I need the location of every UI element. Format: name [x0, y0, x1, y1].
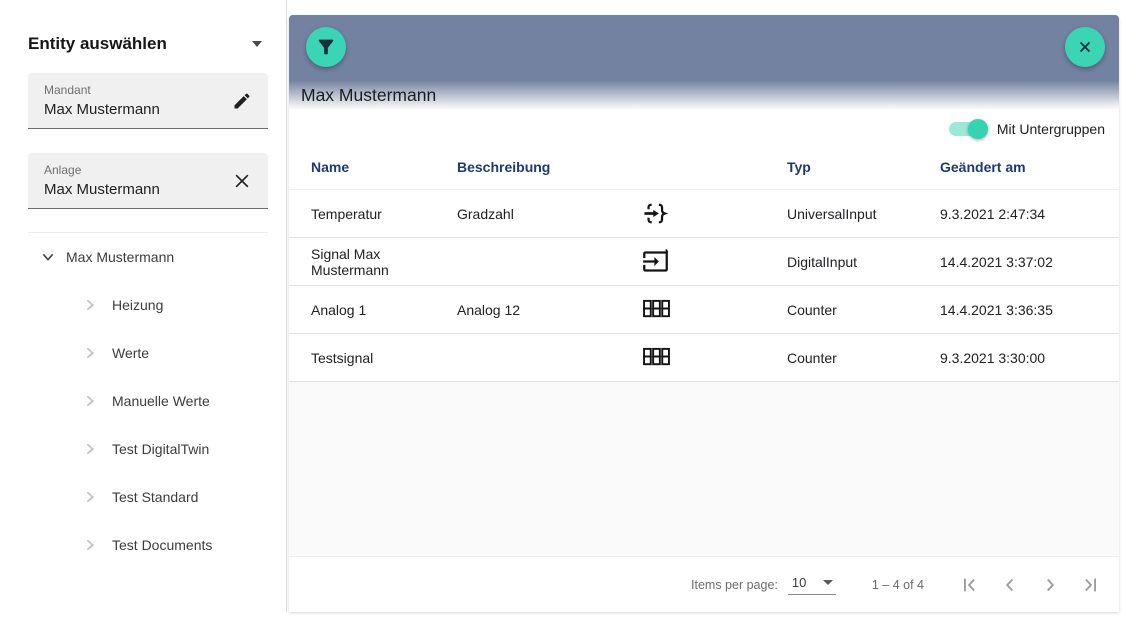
items-per-page-value: 10: [791, 574, 807, 590]
signal-list-card: Max Mustermann Mit Untergruppen Name Bes…: [289, 15, 1119, 612]
chevron-right-icon: [82, 537, 98, 553]
cell-name: Analog 1: [311, 301, 367, 318]
table-row[interactable]: Temperatur Gradzahl UniversalInput 9.3.2…: [289, 190, 1119, 238]
entity-tree: Max Mustermann Heizung Werte Manuelle We…: [0, 233, 286, 569]
paginator-nav: [950, 565, 1110, 605]
dropdown-caret-icon: [822, 579, 833, 585]
page-title: Max Mustermann: [301, 85, 437, 105]
items-per-page-select[interactable]: 10: [787, 574, 836, 595]
app-window: Entity auswählen Mandant Max Mustermann …: [0, 0, 1127, 620]
table-header-row: Name Beschreibung Typ Geändert am: [289, 145, 1119, 190]
clear-button[interactable]: [226, 165, 258, 197]
mandant-field-text: Mandant Max Mustermann: [44, 83, 226, 117]
cell-typ: UniversalInput: [787, 205, 877, 222]
tree-item-manuelle-werte[interactable]: Manuelle Werte: [0, 377, 286, 425]
untergruppen-toggle[interactable]: [948, 118, 988, 139]
tree-item-root[interactable]: Max Mustermann: [0, 233, 286, 281]
first-page-button[interactable]: [950, 565, 990, 605]
anlage-field-text: Anlage Max Mustermann: [44, 163, 226, 197]
counter-icon: [642, 292, 787, 327]
table-row[interactable]: Analog 1 Analog 12 Counter 14.4.2021 3:3…: [289, 286, 1119, 334]
filter-button[interactable]: [306, 27, 346, 67]
tree-item-werte[interactable]: Werte: [0, 329, 286, 377]
chevron-right-icon: [82, 345, 98, 361]
tree-item-test-standard[interactable]: Test Standard: [0, 473, 286, 521]
function-input-icon: [642, 194, 787, 233]
close-button[interactable]: [1065, 27, 1105, 67]
column-header-typ[interactable]: Typ: [787, 159, 940, 175]
toggle-knob: [967, 118, 988, 139]
cell-beschreibung: Gradzahl: [457, 205, 514, 222]
entity-sidebar: Entity auswählen Mandant Max Mustermann …: [0, 0, 287, 612]
mandant-field-label: Mandant: [44, 83, 91, 98]
chevron-right-icon: [82, 441, 98, 457]
page-range-label: 1 – 4 of 4: [871, 577, 924, 592]
caret-down-icon[interactable]: [252, 41, 262, 47]
column-header-geaendert-am[interactable]: Geändert am: [940, 159, 1099, 175]
cell-geaendert-am: 9.3.2021 3:30:00: [940, 349, 1046, 366]
cell-geaendert-am: 14.4.2021 3:37:02: [940, 253, 1053, 270]
tree-item-label: Max Mustermann: [66, 249, 175, 265]
anlage-field-label: Anlage: [44, 163, 82, 178]
tree-item-test-digitaltwin[interactable]: Test DigitalTwin: [0, 425, 286, 473]
first-page-icon: [959, 574, 981, 596]
anlage-field[interactable]: Anlage Max Mustermann: [28, 153, 268, 209]
cell-typ: Counter: [787, 349, 837, 366]
tree-item-label: Heizung: [112, 297, 164, 313]
column-header-name[interactable]: Name: [311, 159, 457, 175]
next-page-button[interactable]: [1030, 565, 1070, 605]
edit-button[interactable]: [226, 85, 258, 117]
previous-page-icon: [999, 574, 1021, 596]
paginator: Items per page: 10 1 – 4 of 4: [289, 557, 1119, 612]
tree-item-label: Test Documents: [112, 537, 213, 553]
cell-name: Signal Max Mustermann: [311, 245, 389, 278]
mandant-field-value: Max Mustermann: [44, 100, 160, 118]
sidebar-title: Entity auswählen: [28, 34, 167, 53]
digital-input-icon: [642, 242, 787, 281]
chevron-right-icon: [82, 393, 98, 409]
table-empty-area: [289, 382, 1119, 557]
tree-item-test-documents[interactable]: Test Documents: [0, 521, 286, 569]
filter-icon: [315, 36, 337, 58]
chevron-right-icon: [82, 489, 98, 505]
toggle-label: Mit Untergruppen: [996, 120, 1105, 137]
tree-item-label: Test Standard: [112, 489, 199, 505]
cell-name: Temperatur: [311, 205, 382, 222]
last-page-button[interactable]: [1070, 565, 1110, 605]
cell-geaendert-am: 14.4.2021 3:36:35: [940, 301, 1053, 318]
toggle-row: Mit Untergruppen: [289, 112, 1119, 145]
tree-item-label: Manuelle Werte: [112, 393, 210, 409]
table-row[interactable]: Testsignal Counter 9.3.2021 3:30:00: [289, 334, 1119, 382]
items-per-page-label: Items per page:: [691, 577, 778, 592]
chevron-right-icon: [82, 297, 98, 313]
close-icon: [1076, 38, 1094, 56]
edit-icon: [232, 91, 252, 111]
tree-item-heizung[interactable]: Heizung: [0, 281, 286, 329]
column-header-beschreibung[interactable]: Beschreibung: [457, 159, 642, 175]
card-header-bar: [289, 15, 1119, 80]
cell-typ: Counter: [787, 301, 837, 318]
counter-icon: [642, 340, 787, 375]
cell-name: Testsignal: [311, 349, 374, 366]
table-row[interactable]: Signal Max Mustermann DigitalInput 14.4.…: [289, 238, 1119, 286]
cell-geaendert-am: 9.3.2021 2:47:34: [940, 205, 1046, 222]
last-page-icon: [1079, 574, 1101, 596]
next-page-icon: [1039, 574, 1061, 596]
tree-item-label: Test DigitalTwin: [112, 441, 210, 457]
cell-beschreibung: Analog 12: [457, 301, 521, 318]
cell-typ: DigitalInput: [787, 253, 858, 270]
anlage-field-value: Max Mustermann: [44, 180, 160, 198]
cell-beschreibung: [457, 256, 642, 268]
previous-page-button[interactable]: [990, 565, 1030, 605]
chevron-down-icon: [40, 249, 56, 265]
mandant-field[interactable]: Mandant Max Mustermann: [28, 73, 268, 129]
clear-icon: [232, 171, 252, 191]
tree-item-label: Werte: [112, 345, 150, 361]
sidebar-header: Entity auswählen: [0, 0, 286, 54]
cell-beschreibung: [457, 352, 642, 364]
